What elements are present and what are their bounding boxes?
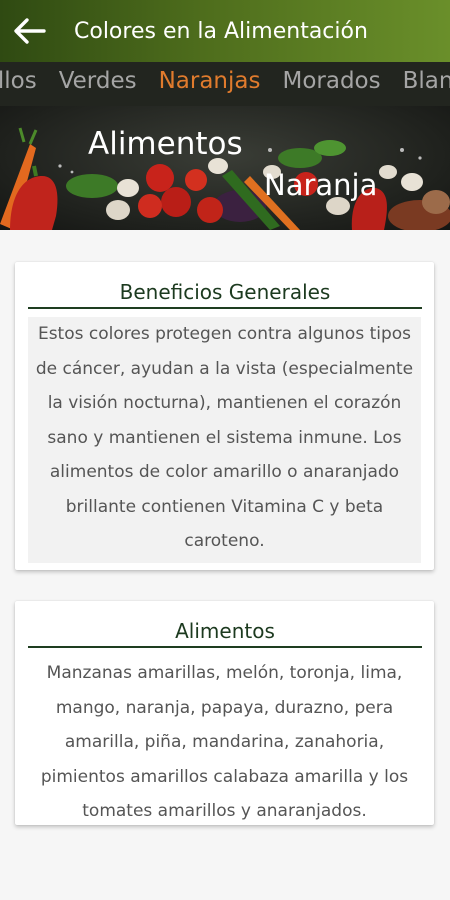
card-body-text: Estos colores protegen contra algunos ti… [28,317,421,563]
card-title: Beneficios Generales [28,280,422,309]
foods-card: Alimentos Manzanas amarillas, melón, tor… [15,601,434,825]
category-tabs: rillos Verdes Naranjas Morados Blan [0,62,450,106]
app-title: Colores en la Alimentación [74,18,368,44]
benefits-card: Beneficios Generales Estos colores prote… [15,262,434,570]
tab-amarillos[interactable]: rillos [0,68,37,94]
tab-verdes[interactable]: Verdes [59,68,137,94]
banner-title-line2: Naranja [264,168,378,202]
tab-blancos[interactable]: Blan [403,68,450,94]
app-bar: Colores en la Alimentación [0,0,450,62]
header-banner: Alimentos Naranja [0,106,450,230]
tab-morados[interactable]: Morados [282,68,380,94]
card-title: Alimentos [28,619,422,648]
back-button[interactable] [0,0,58,62]
banner-title-line1: Alimentos [88,126,243,162]
card-body-text: Manzanas amarillas, melón, toronja, lima… [40,663,409,821]
vegetables-illustration [0,127,450,230]
arrow-left-icon [14,18,46,44]
tab-naranjas[interactable]: Naranjas [159,68,261,94]
